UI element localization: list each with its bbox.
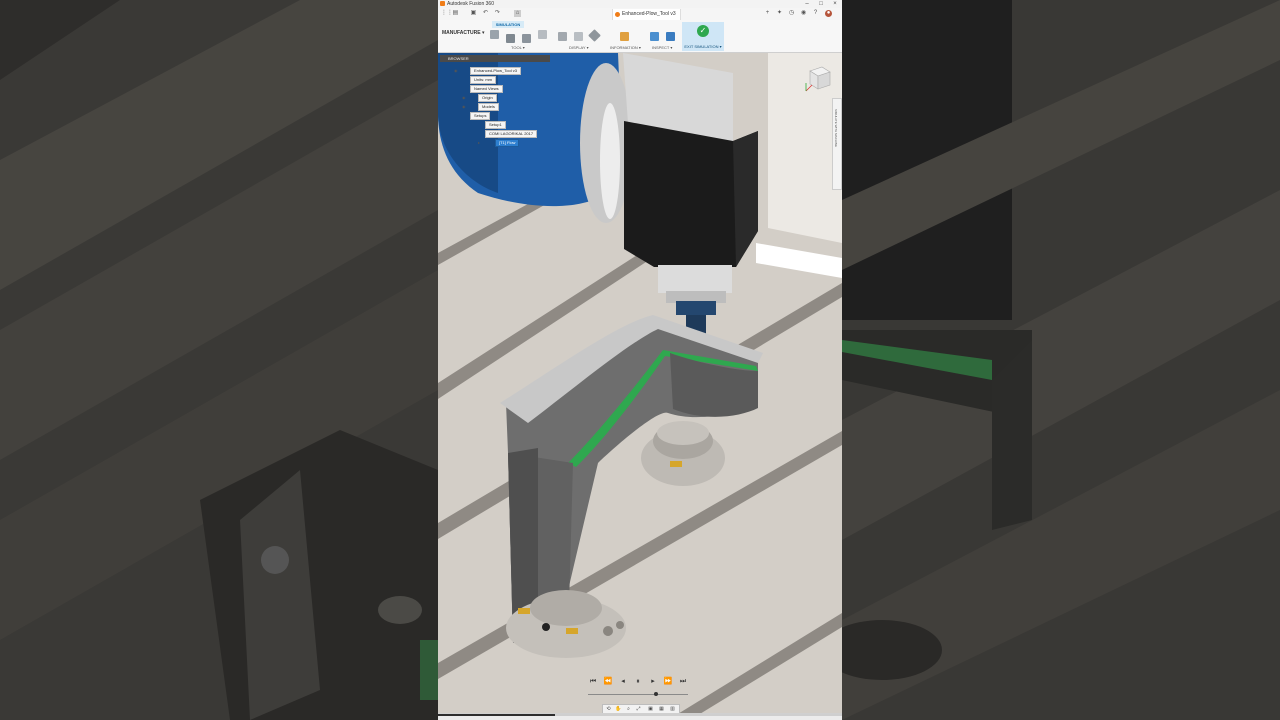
background-right [842,0,1280,720]
tool-shank-icon[interactable] [522,34,531,43]
display-machine-icon[interactable] [558,32,567,41]
browser-node-machine[interactable]: COMI LAGORIKAL 2017 [485,130,538,138]
visibility-eye-icon[interactable]: ◉ [462,104,467,109]
pan-icon[interactable]: ✋ [615,706,622,713]
zoom-icon[interactable]: ⌕ [625,706,632,713]
tab-simulation[interactable]: SIMULATION [492,21,524,28]
browser-panel: BROWSER Enhanced-Plow_Tool v3 Units: mm … [440,55,550,149]
display-icon[interactable]: ▣ [647,706,654,713]
notifications-icon[interactable]: ◉ [800,10,807,17]
add-tab-icon[interactable]: + [764,10,771,17]
tool-flute-icon[interactable] [538,30,547,39]
group-information[interactable]: INFORMATION ▾ [610,45,641,50]
playback-slider-thumb[interactable] [654,692,658,696]
tool-holder-icon[interactable] [506,34,515,43]
browser-node-flow-operation[interactable]: [T1] Flow [495,139,520,147]
group-inspect[interactable]: INSPECT ▾ [652,45,672,50]
home-icon[interactable]: ⌂ [514,10,521,17]
close-icon[interactable]: × [828,0,842,8]
background-left [0,0,438,720]
simulation-side-panel[interactable]: SIMULATE WITH MACHINE [832,98,842,190]
inspect-section-icon[interactable] [666,32,675,41]
playback-controls: ⏮ ⏪ ◂ ⏸ ▸ ⏩ ⏭ [588,677,698,689]
fit-icon[interactable]: ⤢ [635,706,642,713]
step-forward-icon[interactable]: ⏩ [663,677,673,687]
display-stock-icon[interactable] [588,29,601,42]
maximize-icon[interactable]: □ [814,0,828,8]
window-title: Autodesk Fusion 360 [447,1,494,7]
grid-icon[interactable]: ⋮⋮ [441,10,453,17]
group-tool[interactable]: TOOL ▾ [511,45,525,50]
video-progress-fill [438,714,556,716]
machine-simulation-scene [438,53,842,720]
browser-node-setups[interactable]: Setups [470,112,491,120]
save-icon[interactable]: ▣ [470,10,477,17]
tool-library-icon[interactable] [490,30,499,39]
side-panel-label: SIMULATE WITH MACHINE [834,109,838,147]
exit-simulation-label: EXIT SIMULATION ▾ [684,44,722,49]
visibility-eye-icon[interactable]: ◉ [454,68,459,73]
exit-simulation-button[interactable]: ✓ EXIT SIMULATION ▾ [682,22,724,51]
first-icon[interactable]: ⏮ [588,677,598,687]
viewports-icon[interactable]: ▥ [669,706,676,713]
help-icon[interactable]: ? [812,10,819,17]
inspect-measure-icon[interactable] [650,32,659,41]
pause-icon[interactable]: ⏸ [633,677,643,687]
3d-viewport[interactable]: BROWSER Enhanced-Plow_Tool v3 Units: mm … [438,53,842,720]
information-icon[interactable] [620,32,629,41]
forward-icon[interactable]: ▸ [648,677,658,687]
playback-slider-track[interactable] [588,694,688,695]
display-layers-icon[interactable] [574,32,583,41]
orbit-icon[interactable]: ⟲ [605,706,612,713]
fusion-logo-icon [440,1,445,6]
workspace-switcher[interactable]: MANUFACTURE ▾ [442,30,485,36]
browser-node-setup1[interactable]: Setup1 [485,121,506,129]
last-icon[interactable]: ⏭ [678,677,688,687]
viewcube[interactable] [804,63,832,93]
redo-icon[interactable]: ↷ [494,10,501,17]
minimize-icon[interactable]: – [800,0,814,8]
visibility-eye-icon[interactable]: ◉ [462,95,467,100]
browser-node-root[interactable]: Enhanced-Plow_Tool v3 [470,67,521,75]
extensions-icon[interactable]: ✦ [776,10,783,17]
ribbon: SIMULATION MANUFACTURE ▾ TOOL ▾ DISPLAY … [438,20,842,53]
video-progress-bar[interactable] [438,714,842,716]
job-status-icon[interactable]: ◷ [788,10,795,17]
undo-icon[interactable]: ↶ [482,10,489,17]
file-icon[interactable]: ▤ [452,10,459,17]
step-back-icon[interactable]: ⏪ [603,677,613,687]
browser-header[interactable]: BROWSER [440,55,550,62]
grid-icon[interactable]: ▦ [658,706,665,713]
fusion-app-window: Autodesk Fusion 360 – □ × ⋮⋮ ▤ ▣ ↶ ↷ ⌂ +… [438,0,842,720]
browser-node-models[interactable]: Models [478,103,499,111]
browser-node-named-views[interactable]: Named Views [470,85,503,93]
document-tab[interactable]: Enhanced-Plow_Tool v3 [612,9,681,20]
browser-node-units[interactable]: Units: mm [470,76,496,84]
back-icon[interactable]: ◂ [618,677,628,687]
workspace-label: MANUFACTURE [442,30,481,36]
document-tab-label: Enhanced-Plow_Tool v3 [622,11,676,17]
document-icon [615,12,620,17]
expand-chevron-icon[interactable]: ▸ [478,140,483,145]
check-icon: ✓ [697,25,709,37]
avatar[interactable]: ● [825,10,832,17]
browser-node-origin[interactable]: Origin [478,94,497,102]
group-display[interactable]: DISPLAY ▾ [569,45,589,50]
